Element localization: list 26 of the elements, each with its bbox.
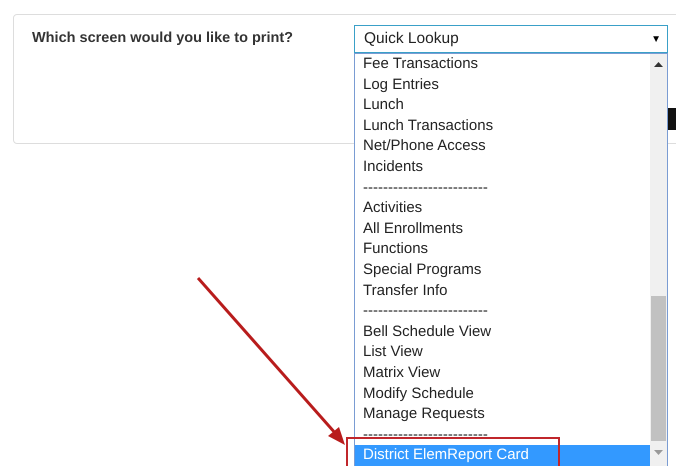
dropdown-option[interactable]: Log Entries xyxy=(355,74,650,96)
dropdown-option[interactable]: ------------------------- xyxy=(355,178,650,198)
dropdown-option[interactable]: Lunch xyxy=(355,95,650,116)
dropdown-option[interactable]: Modify Schedule xyxy=(355,384,650,404)
screen-select[interactable]: Quick Lookup ▼ xyxy=(354,25,668,53)
dropdown-option[interactable]: Functions xyxy=(355,239,650,260)
dropdown-option[interactable]: Special Programs xyxy=(355,260,650,281)
dropdown-option[interactable]: Bell Schedule View xyxy=(355,322,650,342)
dropdown-option[interactable]: ------------------------- xyxy=(355,301,650,322)
dropdown-option[interactable]: Manage Requests xyxy=(355,404,650,425)
dropdown-option[interactable]: List View xyxy=(355,342,650,363)
form-label: Which screen would you like to print? xyxy=(32,30,294,46)
dropdown-option[interactable]: Matrix View xyxy=(355,362,650,384)
scroll-down-icon[interactable] xyxy=(654,450,663,455)
dropdown-option[interactable]: Activities xyxy=(355,198,650,219)
dropdown-option[interactable]: Incidents xyxy=(355,156,650,178)
dropdown-option[interactable]: Net/Phone Access xyxy=(355,136,650,157)
dropdown-option[interactable]: Lunch Transactions xyxy=(355,116,650,136)
dropdown-arrow-icon: ▼ xyxy=(651,34,661,44)
scroll-up-icon[interactable] xyxy=(654,62,663,67)
dropdown-option[interactable]: ------------------------- xyxy=(355,424,650,446)
scrollbar-thumb[interactable] xyxy=(651,296,666,441)
dropdown-option[interactable]: Fee Transactions xyxy=(355,54,650,75)
dropdown-option[interactable]: Transfer Info xyxy=(355,280,650,302)
scrollbar[interactable] xyxy=(650,54,667,466)
dropdown-option[interactable]: All Enrollments xyxy=(355,218,650,240)
